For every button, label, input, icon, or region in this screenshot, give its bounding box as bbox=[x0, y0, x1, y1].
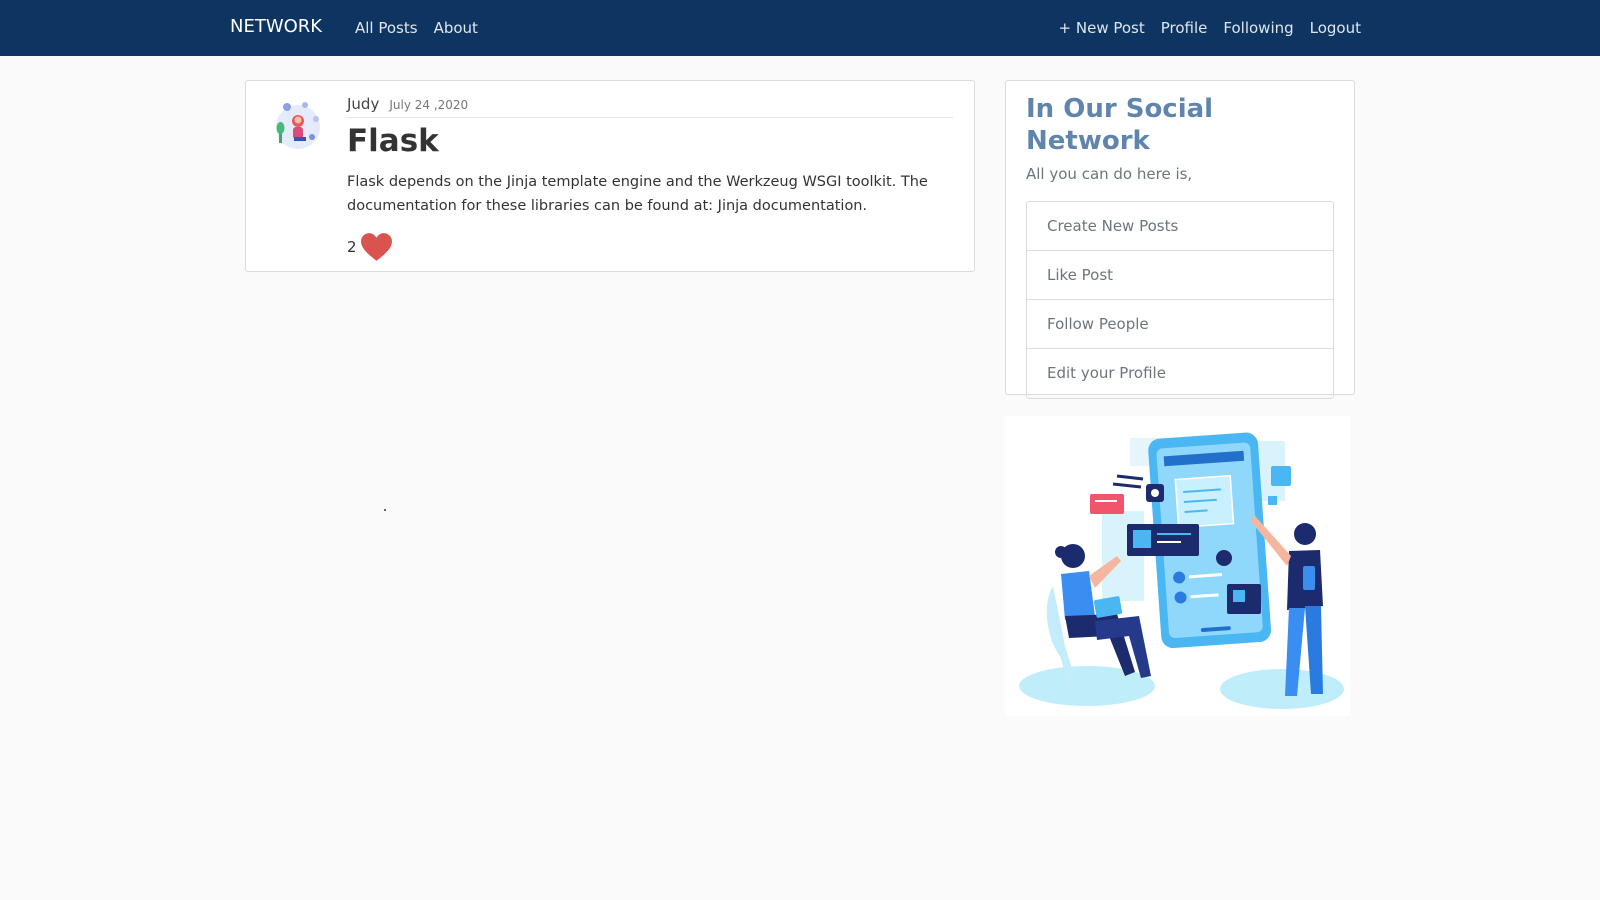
feature-edit-profile[interactable]: Edit your Profile bbox=[1027, 349, 1333, 398]
sidebar-subtitle: All you can do here is, bbox=[1026, 165, 1193, 183]
social-network-illustration bbox=[1005, 416, 1350, 716]
feature-list: Create New Posts Like Post Follow People… bbox=[1026, 201, 1334, 399]
nav-all-posts[interactable]: All Posts bbox=[355, 19, 418, 37]
like-section: 2 bbox=[347, 232, 953, 262]
sidebar-title: In Our Social Network bbox=[1026, 94, 1214, 156]
post-author[interactable]: Judy bbox=[347, 95, 379, 113]
post-content: Flask depends on the Jinja template engi… bbox=[347, 174, 928, 215]
feature-like-post[interactable]: Like Post bbox=[1027, 251, 1333, 300]
heart-icon[interactable] bbox=[360, 232, 393, 262]
post-meta: Judy July 24 ,2020 bbox=[347, 95, 953, 118]
nav-new-post[interactable]: + New Post bbox=[1059, 19, 1145, 37]
brand-logo[interactable]: NETWORK bbox=[230, 16, 322, 37]
nav-profile[interactable]: Profile bbox=[1161, 19, 1208, 37]
avatar[interactable] bbox=[270, 97, 326, 153]
post-body: Judy July 24 ,2020 Flask Flask depends o… bbox=[347, 95, 953, 262]
like-count: 2 bbox=[347, 238, 357, 257]
sidebar-card: In Our Social Network All you can do her… bbox=[1005, 80, 1355, 399]
nav-logout[interactable]: Logout bbox=[1310, 19, 1361, 37]
nav-following[interactable]: Following bbox=[1223, 19, 1293, 37]
post-title: Flask bbox=[347, 123, 439, 159]
nav-left-links: All Posts About bbox=[355, 19, 478, 37]
stray-dot bbox=[384, 509, 386, 511]
nav-about[interactable]: About bbox=[434, 19, 478, 37]
post-date: July 24 ,2020 bbox=[389, 98, 469, 112]
feature-follow-people[interactable]: Follow People bbox=[1027, 300, 1333, 349]
feature-create-posts[interactable]: Create New Posts bbox=[1027, 202, 1333, 251]
nav-right-links: + New Post Profile Following Logout bbox=[1059, 19, 1361, 37]
top-navbar: NETWORK All Posts About + New Post Profi… bbox=[0, 0, 1600, 56]
post-card: Judy July 24 ,2020 Flask Flask depends o… bbox=[245, 80, 975, 272]
